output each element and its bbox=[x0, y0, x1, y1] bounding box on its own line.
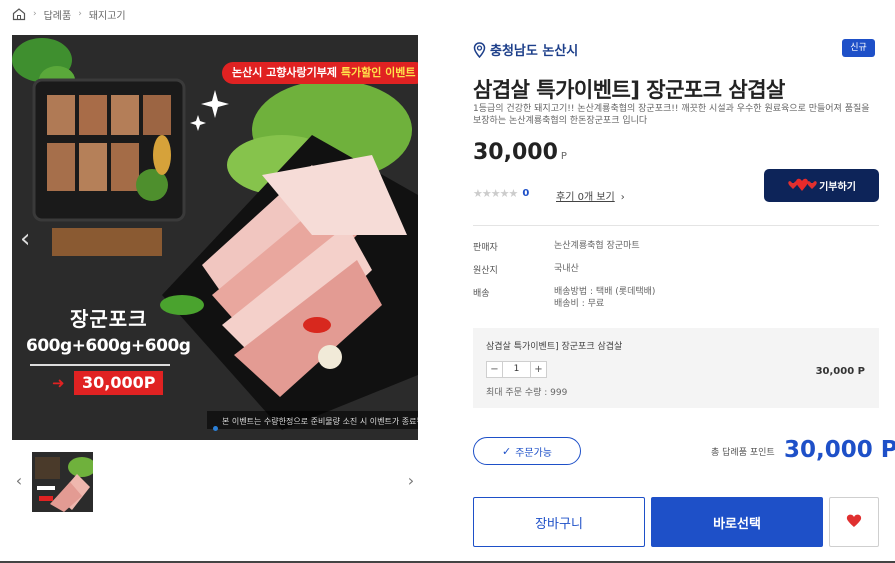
quantity-minus-button[interactable]: − bbox=[486, 361, 503, 378]
selected-option-box: 삼겹살 특가이벤트] 장군포크 삼겹살 − 1 + 30,000 P 최대 주문… bbox=[473, 328, 879, 408]
info-value: 논산계룡축협 장군마트 bbox=[554, 241, 640, 251]
shipping-method: 배송방법 : 택배 (롯데택배) bbox=[554, 287, 656, 297]
rating-count: 0 bbox=[522, 188, 530, 199]
arrow-right-icon: ➜ bbox=[52, 374, 65, 392]
thumbnail-1[interactable] bbox=[32, 452, 93, 512]
orderable-label: 주문가능 bbox=[515, 447, 553, 459]
quantity-input[interactable]: 1 bbox=[503, 361, 530, 378]
brand-name: 장군포크 bbox=[70, 307, 148, 331]
new-badge: 신규 bbox=[842, 39, 875, 57]
rating: ★★★★★ 0 bbox=[473, 187, 529, 200]
breadcrumb: › 답례품 › 돼지고기 bbox=[12, 6, 126, 22]
max-order-text: 최대 주문 수량 : 999 bbox=[486, 388, 568, 398]
heart-icon bbox=[846, 513, 862, 532]
star-rating-icon: ★★★★★ bbox=[473, 187, 518, 200]
check-icon: ✓ bbox=[501, 444, 512, 458]
product-title: 삼겹살 특가이벤트] 장군포크 삼겹살 bbox=[473, 78, 785, 102]
info-key: 판매자 bbox=[473, 243, 498, 253]
hero-price-tag: 30,000P bbox=[74, 371, 164, 395]
total-points-label: 총 답례품 포인트 bbox=[711, 448, 775, 458]
location-pin-icon bbox=[473, 41, 486, 58]
buy-now-button[interactable]: 바로선택 bbox=[651, 497, 823, 547]
hero-prev-arrow-icon[interactable]: ‹ bbox=[20, 223, 42, 255]
review-link-text[interactable]: 후기 0개 보기 bbox=[556, 192, 615, 203]
combo-text: 600g+600g+600g bbox=[26, 336, 191, 356]
product-price-unit: P bbox=[560, 151, 567, 162]
divider bbox=[473, 225, 879, 226]
info-value: 배송방법 : 택배 (롯데택배) 배송비 : 무료 bbox=[554, 286, 814, 310]
quantity-stepper: − 1 + bbox=[486, 361, 547, 378]
product-photo bbox=[12, 35, 418, 440]
review-link[interactable]: 후기 0개 보기 › bbox=[556, 188, 625, 203]
event-notice: 본 이벤트는 수량한정으로 준비물량 소진 시 이벤트가 종료됩니다. bbox=[222, 417, 418, 426]
combo-underline bbox=[30, 364, 170, 366]
shipping-fee: 배송비 : 무료 bbox=[554, 299, 605, 309]
wishlist-button[interactable] bbox=[829, 497, 879, 547]
breadcrumb-item-gifts[interactable]: 답례품 bbox=[44, 7, 72, 22]
product-description: 1등급의 건강한 돼지고기!! 논산계룡축협의 장군포크!! 깨끗한 시설과 우… bbox=[473, 104, 870, 126]
donate-label[interactable]: 기부하기 bbox=[819, 178, 856, 193]
event-banner: 논산시 고향사랑기부제 특가할인 이벤트 bbox=[222, 62, 418, 84]
event-banner-text: 논산시 고향사랑기부제 bbox=[232, 66, 338, 79]
option-name: 삼겹살 특가이벤트] 장군포크 삼겹살 bbox=[486, 342, 623, 352]
product-price: 30,000 P bbox=[473, 140, 567, 165]
total-points-value: 30,000 P bbox=[784, 437, 895, 463]
donate-button[interactable]: 기부하기 bbox=[764, 169, 879, 202]
info-key: 배송 bbox=[473, 289, 490, 299]
breadcrumb-item-pork[interactable]: 돼지고기 bbox=[89, 7, 126, 22]
home-icon[interactable] bbox=[12, 7, 26, 21]
breadcrumb-separator: › bbox=[33, 9, 37, 19]
product-main-image: ‹ 논산시 고향사랑기부제 특가할인 이벤트 장군포크 600g+600g+60… bbox=[12, 35, 418, 440]
info-key: 원산지 bbox=[473, 266, 498, 276]
region-label: 충청남도 논산시 bbox=[473, 40, 578, 59]
thumbnail-photo bbox=[32, 452, 93, 512]
chevron-right-icon: › bbox=[620, 192, 625, 203]
orderable-status-button[interactable]: ✓ 주문가능 bbox=[473, 437, 581, 465]
product-price-value: 30,000 bbox=[473, 140, 558, 165]
event-banner-highlight: 특가할인 이벤트 bbox=[340, 66, 416, 79]
carousel-dot[interactable] bbox=[213, 426, 218, 431]
quantity-plus-button[interactable]: + bbox=[530, 361, 547, 378]
cart-button[interactable]: 장바구니 bbox=[473, 497, 645, 547]
region-text: 충청남도 논산시 bbox=[490, 44, 579, 59]
info-value: 국내산 bbox=[554, 264, 579, 274]
thumb-next-arrow-icon[interactable]: › bbox=[404, 471, 418, 491]
hearts-icon bbox=[787, 177, 817, 195]
option-price: 30,000 P bbox=[815, 366, 865, 377]
thumb-prev-arrow-icon[interactable]: ‹ bbox=[12, 471, 26, 491]
breadcrumb-separator: › bbox=[78, 9, 82, 19]
